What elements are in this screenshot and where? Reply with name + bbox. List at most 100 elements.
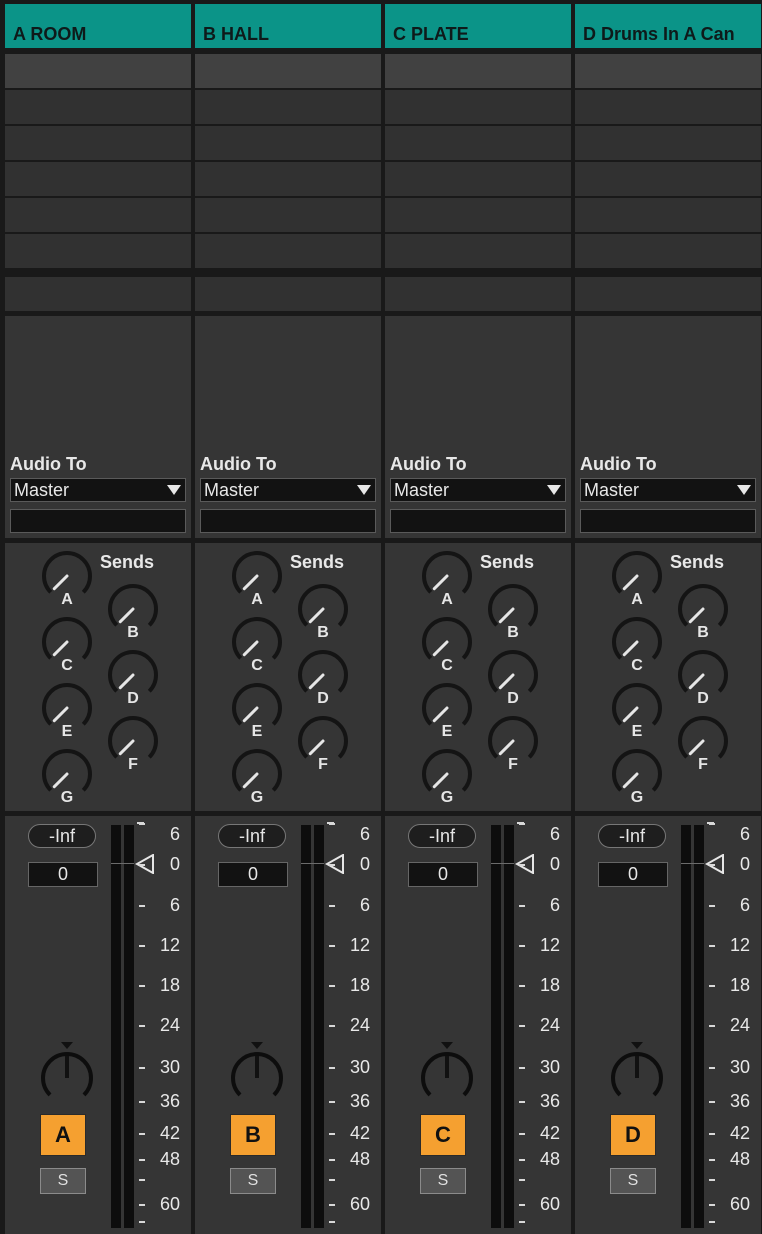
track-strip: D Drums In A Can Audio To Master Sends A B C D E… <box>575 0 761 1234</box>
solo-button[interactable]: S <box>610 1168 656 1194</box>
clip-slot[interactable] <box>385 198 571 232</box>
clip-slot[interactable] <box>195 234 381 268</box>
clip-slot[interactable] <box>575 162 761 196</box>
audio-to-select[interactable]: Master <box>390 478 566 502</box>
volume-fader-line[interactable] <box>491 863 514 864</box>
clip-slot[interactable] <box>195 198 381 232</box>
clip-slot[interactable] <box>575 90 761 124</box>
sends-title: Sends <box>670 552 725 572</box>
volume-value-field[interactable]: 0 <box>598 862 668 887</box>
pan-knob[interactable] <box>608 1042 668 1109</box>
volume-readout[interactable]: -Inf <box>218 824 286 848</box>
track-activator-button[interactable]: A <box>40 1114 86 1156</box>
track-title[interactable]: D Drums In A Can <box>575 4 761 48</box>
send-label: F <box>128 756 138 773</box>
scale-tick <box>139 864 145 866</box>
track-strip: B HALL Audio To Master Sends A B C D E F G -Inf 0 6 0 6… <box>195 0 381 1234</box>
clip-slot[interactable] <box>5 234 191 268</box>
scale-label: 6 <box>549 895 560 915</box>
scale-tick <box>709 1159 715 1161</box>
volume-fader-line[interactable] <box>681 863 704 864</box>
clip-slot[interactable] <box>195 162 381 196</box>
scale-label: 0 <box>359 854 370 874</box>
clip-slot[interactable] <box>385 54 571 88</box>
clip-slot[interactable] <box>575 126 761 160</box>
solo-button[interactable]: S <box>420 1168 466 1194</box>
clip-slot[interactable] <box>385 162 571 196</box>
volume-value-field[interactable]: 0 <box>28 862 98 887</box>
scale-tick <box>139 1025 145 1027</box>
volume-fader-line[interactable] <box>301 863 324 864</box>
clip-slot[interactable] <box>195 126 381 160</box>
level-meter-right <box>504 825 514 1228</box>
scale-label: 6 <box>739 895 750 915</box>
track-activator-button[interactable]: C <box>420 1114 466 1156</box>
scale-tick <box>709 945 715 947</box>
clip-slot[interactable] <box>5 90 191 124</box>
scale-tick <box>519 864 525 866</box>
clip-slot[interactable] <box>5 54 191 88</box>
send-label: C <box>61 657 73 674</box>
clip-slot[interactable] <box>385 90 571 124</box>
pan-knob-icon <box>611 1042 663 1097</box>
track-title[interactable]: C PLATE <box>385 4 571 48</box>
pan-knob[interactable] <box>38 1042 98 1109</box>
audio-to-select[interactable]: Master <box>200 478 376 502</box>
clip-slot[interactable] <box>195 277 381 311</box>
solo-button[interactable]: S <box>40 1168 86 1194</box>
scale-tick <box>329 1025 335 1027</box>
solo-button[interactable]: S <box>230 1168 276 1194</box>
pan-knob[interactable] <box>228 1042 288 1109</box>
scale-tick <box>329 945 335 947</box>
clip-slot[interactable] <box>5 126 191 160</box>
volume-fader-line[interactable] <box>111 863 134 864</box>
volume-value-field[interactable]: 0 <box>408 862 478 887</box>
clip-slot[interactable] <box>5 277 191 311</box>
clip-slot[interactable] <box>385 277 571 311</box>
track-title[interactable]: B HALL <box>195 4 381 48</box>
scale-tick <box>139 905 145 907</box>
clip-slot[interactable] <box>385 126 571 160</box>
clip-slot[interactable] <box>575 198 761 232</box>
scale-tick <box>329 823 335 825</box>
scale-tick <box>519 823 525 825</box>
scale-label: 18 <box>539 975 560 995</box>
track-activator-button[interactable]: B <box>230 1114 276 1156</box>
audio-to-select[interactable]: Master <box>10 478 186 502</box>
clip-slot[interactable] <box>5 162 191 196</box>
scale-tick <box>519 1067 525 1069</box>
audio-to-select[interactable]: Master <box>580 478 756 502</box>
audio-to-channel-select[interactable] <box>390 509 566 533</box>
track-activator-button[interactable]: D <box>610 1114 656 1156</box>
clip-slot[interactable] <box>5 198 191 232</box>
scale-label: 48 <box>539 1149 560 1169</box>
clip-slot[interactable] <box>195 90 381 124</box>
track-strip: A ROOM Audio To Master Sends A B C D E F G -Inf 0 6 0 6… <box>5 0 191 1234</box>
volume-value-field[interactable]: 0 <box>218 862 288 887</box>
send-label: G <box>440 789 454 806</box>
volume-readout[interactable]: -Inf <box>28 824 96 848</box>
audio-to-channel-select[interactable] <box>200 509 376 533</box>
send-label: F <box>508 756 518 773</box>
audio-to-channel-select[interactable] <box>580 509 756 533</box>
track-strip: C PLATE Audio To Master Sends A B C D E F G -Inf 0 6 0… <box>385 0 571 1234</box>
audio-to-channel-select[interactable] <box>10 509 186 533</box>
track-title[interactable]: A ROOM <box>5 4 191 48</box>
audio-to-value: Master <box>394 480 450 500</box>
clip-slot[interactable] <box>575 234 761 268</box>
clip-slot[interactable] <box>385 234 571 268</box>
pan-knob[interactable] <box>418 1042 478 1109</box>
scale-label: 60 <box>729 1194 750 1214</box>
scale-tick <box>329 1159 335 1161</box>
send-label: F <box>318 756 328 773</box>
clip-slot[interactable] <box>195 54 381 88</box>
pan-knob-icon <box>41 1042 93 1097</box>
volume-readout[interactable]: -Inf <box>598 824 666 848</box>
scale-label: 24 <box>159 1015 180 1035</box>
volume-readout[interactable]: -Inf <box>408 824 476 848</box>
scale-tick <box>519 1204 525 1206</box>
scale-tick <box>139 1067 145 1069</box>
clip-slot[interactable] <box>575 54 761 88</box>
clip-slot[interactable] <box>575 277 761 311</box>
scale-tick <box>709 864 715 866</box>
